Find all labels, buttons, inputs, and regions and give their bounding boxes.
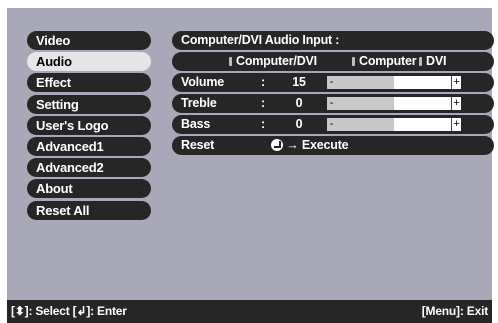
option-computer-dvi[interactable]: Computer/DVI (229, 52, 317, 71)
enter-icon (271, 139, 283, 151)
colon: : (261, 75, 265, 89)
bass-label: Bass (181, 117, 211, 131)
menu-item-setting[interactable]: Setting (27, 94, 151, 114)
menu-item-reset-all[interactable]: Reset All (27, 200, 151, 220)
menu-item-video[interactable]: Video (27, 31, 151, 50)
option-dvi[interactable]: DVI (419, 52, 446, 71)
radio-icon (419, 57, 422, 66)
execute-label: Execute (301, 138, 349, 152)
bass-row[interactable]: Bass : 0 - + (172, 115, 494, 134)
menu-item-about[interactable]: About (27, 179, 151, 199)
treble-value: 0 (295, 96, 303, 110)
menu-item-audio[interactable]: Audio (27, 52, 151, 72)
plus-icon: + (451, 97, 461, 110)
input-title-row: Computer/DVI Audio Input : (172, 31, 494, 50)
bass-slider-fill (327, 118, 394, 131)
volume-row[interactable]: Volume : 15 - + (172, 73, 494, 92)
footer-help-left: [⬍]: Select [↲]: Enter (11, 304, 127, 318)
volume-slider-fill (327, 76, 394, 89)
radio-icon (229, 57, 232, 66)
reset-row[interactable]: Reset → Execute (172, 136, 494, 155)
treble-row[interactable]: Treble : 0 - + (172, 94, 494, 113)
reset-label: Reset (181, 138, 215, 152)
bass-value: 0 (295, 117, 303, 131)
minus-icon: - (329, 118, 334, 130)
main-menu: Video Audio Effect Setting User's Logo A… (27, 31, 151, 222)
colon: : (261, 117, 265, 131)
footer-help-right: [Menu]: Exit (421, 304, 488, 318)
input-title: Computer/DVI Audio Input : (181, 33, 340, 47)
minus-icon: - (329, 97, 334, 109)
radio-icon (352, 57, 355, 66)
option-computer[interactable]: Computer (352, 52, 417, 71)
volume-slider[interactable]: - + (327, 76, 461, 89)
arrow-icon: → (286, 138, 299, 152)
treble-label: Treble (181, 96, 217, 110)
colon: : (261, 96, 265, 110)
treble-slider[interactable]: - + (327, 97, 461, 110)
volume-label: Volume (181, 75, 225, 89)
input-options-row: Computer/DVI Computer DVI (172, 52, 494, 71)
treble-slider-fill (327, 97, 394, 110)
bass-slider[interactable]: - + (327, 118, 461, 131)
menu-item-users-logo[interactable]: User's Logo (27, 115, 151, 135)
menu-item-effect[interactable]: Effect (27, 73, 151, 93)
menu-item-advanced1[interactable]: Advanced1 (27, 136, 151, 156)
plus-icon: + (451, 118, 461, 131)
execute-action[interactable]: → Execute (271, 136, 349, 155)
menu-item-advanced2[interactable]: Advanced2 (27, 158, 151, 178)
plus-icon: + (451, 76, 461, 89)
footer-bar: [⬍]: Select [↲]: Enter [Menu]: Exit (7, 300, 492, 323)
minus-icon: - (329, 76, 334, 88)
volume-value: 15 (292, 75, 306, 89)
